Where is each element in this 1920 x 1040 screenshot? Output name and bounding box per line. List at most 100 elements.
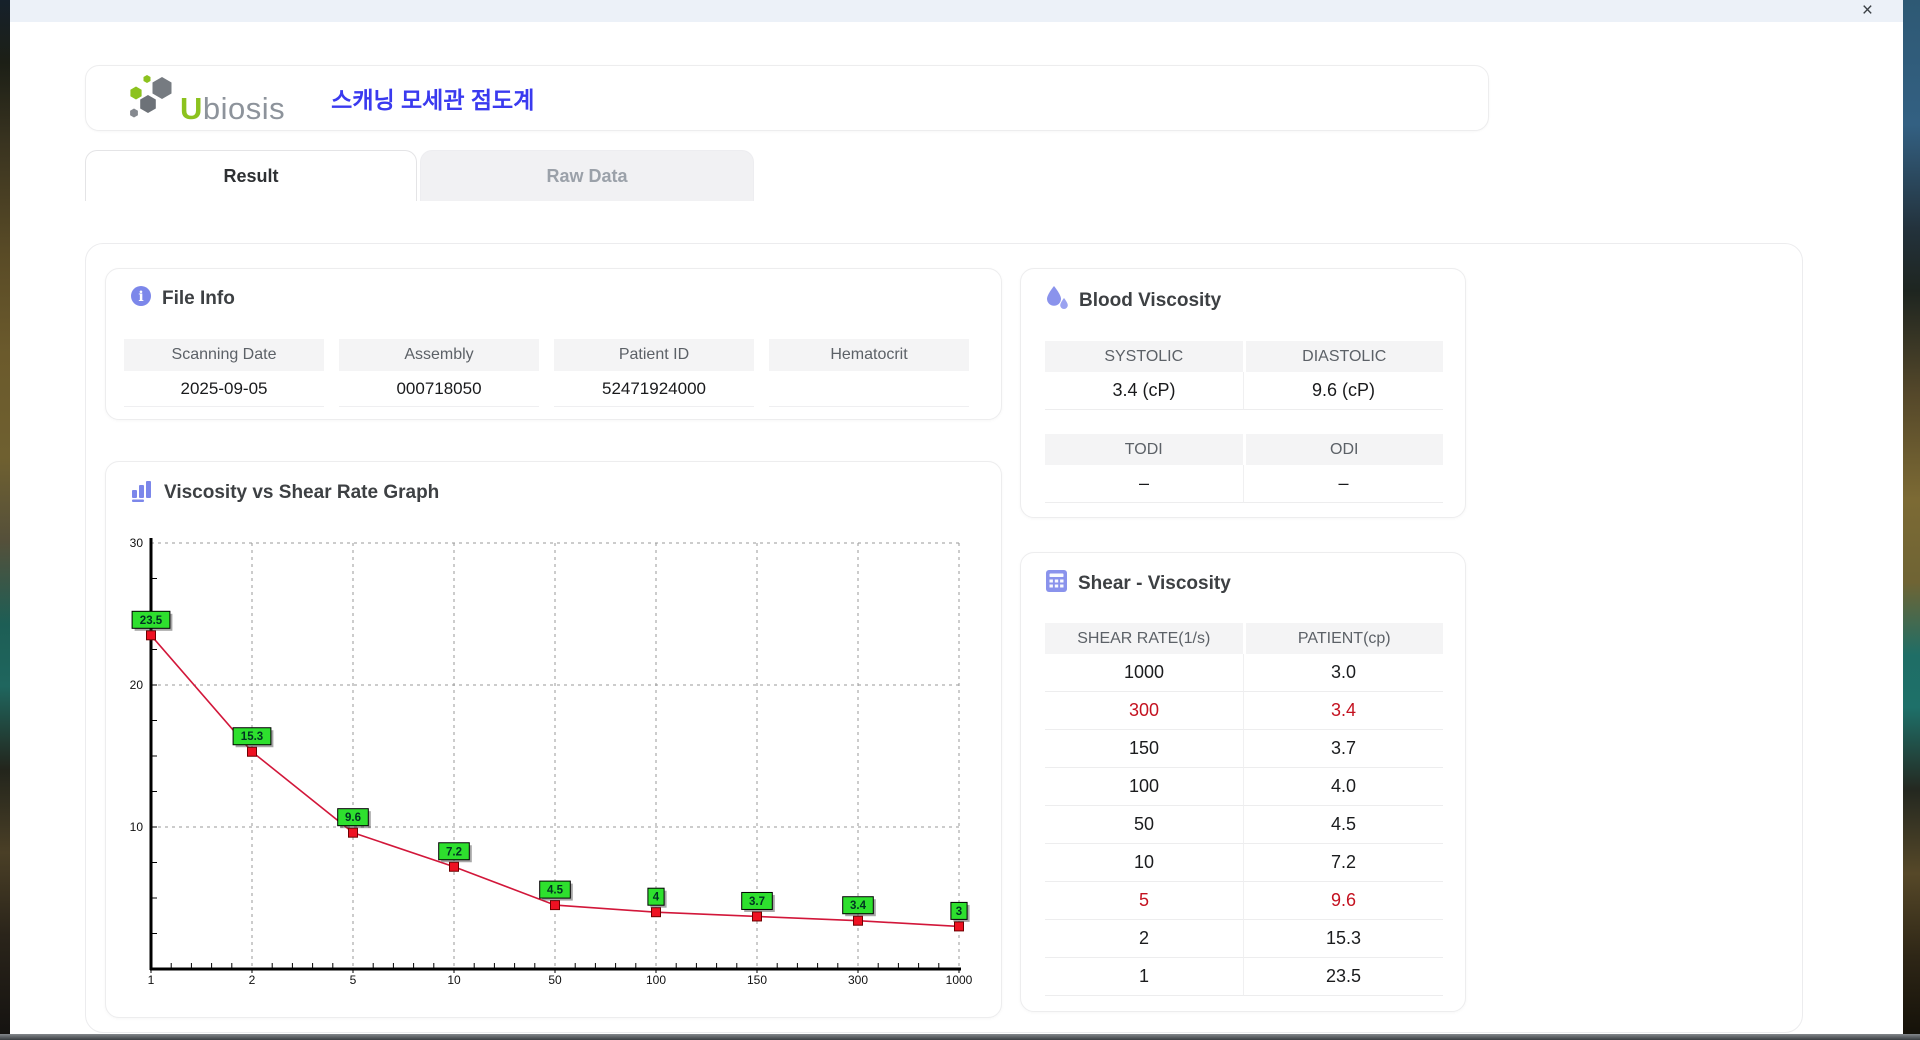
file-info-fields: Scanning Date 2025-09-05 Assembly 000718…	[124, 339, 969, 407]
svg-text:10: 10	[130, 820, 144, 834]
field-label: Assembly	[339, 339, 539, 371]
logo-text: Ubiosis	[180, 93, 285, 124]
file-info-title: File Info	[162, 288, 235, 310]
svg-text:3.4: 3.4	[850, 900, 867, 912]
blood-viscosity-card: Blood Viscosity SYSTOLIC DIASTOLIC 3.4 (…	[1020, 268, 1466, 518]
patient-viscosity-value: 15.3	[1244, 920, 1443, 958]
svg-text:5: 5	[350, 973, 357, 987]
window-titlebar: ×	[10, 0, 1903, 22]
todi-label: TODI	[1045, 434, 1243, 465]
shear-rate-column-header: SHEAR RATE(1/s)	[1045, 623, 1243, 654]
field-value: 000718050	[339, 371, 539, 407]
svg-text:i: i	[138, 289, 143, 305]
file-info-card: i File Info Scanning Date 2025-09-05 Ass…	[105, 268, 1002, 420]
desktop: × Ubiosis 스캐닝 모세관 점도계 Result Raw Data	[0, 0, 1920, 1040]
blood-viscosity-title: Blood Viscosity	[1079, 290, 1221, 312]
tab-raw-data[interactable]: Raw Data	[420, 150, 754, 201]
chart-area: 1020301251050100150300100023.515.39.67.2…	[126, 531, 986, 1001]
patient-viscosity-value: 4.5	[1244, 806, 1443, 844]
svg-text:10: 10	[447, 973, 461, 987]
shear-rate-value: 50	[1045, 806, 1244, 844]
close-icon[interactable]: ×	[1862, 0, 1873, 22]
wallpaper-strip-left	[0, 0, 10, 1040]
svg-text:15.3: 15.3	[241, 731, 263, 743]
patient-viscosity-value: 4.0	[1244, 768, 1443, 806]
patient-viscosity-value: 7.2	[1244, 844, 1443, 882]
field-label: Scanning Date	[124, 339, 324, 371]
svg-text:1: 1	[148, 973, 155, 987]
field-value	[769, 371, 969, 407]
patient-viscosity-value: 3.0	[1244, 654, 1443, 692]
field-hematocrit: Hematocrit	[769, 339, 969, 407]
svg-text:20: 20	[130, 678, 144, 692]
patient-column-header: PATIENT(cp)	[1246, 623, 1444, 654]
svg-text:3.7: 3.7	[749, 896, 765, 908]
shear-viscosity-table: SHEAR RATE(1/s) PATIENT(cp) 1000 3.0 300…	[1045, 623, 1443, 996]
shear-rate-value: 300	[1045, 692, 1244, 730]
shear-rate-value: 150	[1045, 730, 1244, 768]
diastolic-label: DIASTOLIC	[1246, 341, 1444, 372]
shear-table-row: 150 3.7	[1045, 730, 1443, 768]
hexagon-cluster-icon	[126, 73, 176, 124]
field-scanning-date: Scanning Date 2025-09-05	[124, 339, 324, 407]
field-value: 2025-09-05	[124, 371, 324, 407]
shear-table-row: 2 15.3	[1045, 920, 1443, 958]
shear-table-row: 100 4.0	[1045, 768, 1443, 806]
patient-viscosity-value: 23.5	[1244, 958, 1443, 996]
svg-text:4.5: 4.5	[547, 885, 564, 897]
systolic-label: SYSTOLIC	[1045, 341, 1243, 372]
shear-rate-value: 10	[1045, 844, 1244, 882]
svg-text:100: 100	[646, 973, 666, 987]
odi-label: ODI	[1246, 434, 1444, 465]
field-label: Patient ID	[554, 339, 754, 371]
svg-text:3: 3	[956, 906, 962, 918]
shear-rate-value: 2	[1045, 920, 1244, 958]
svg-text:9.6: 9.6	[345, 812, 361, 824]
shear-rate-value: 1	[1045, 958, 1244, 996]
svg-text:4: 4	[653, 892, 660, 904]
shear-table-row: 1000 3.0	[1045, 654, 1443, 692]
shear-rate-value: 100	[1045, 768, 1244, 806]
wallpaper-strip-right	[1903, 0, 1920, 1040]
svg-text:1000: 1000	[946, 973, 973, 987]
shear-table-body: 1000 3.0 300 3.4 150 3.7 100 4.0 50 4.5 …	[1045, 654, 1443, 996]
svg-text:150: 150	[747, 973, 767, 987]
header-card: Ubiosis 스캐닝 모세관 점도계	[85, 65, 1489, 131]
shear-table-row: 5 9.6	[1045, 882, 1443, 920]
systolic-value: 3.4 (cP)	[1045, 372, 1244, 410]
tab-result[interactable]: Result	[85, 150, 417, 201]
field-assembly: Assembly 000718050	[339, 339, 539, 407]
window-bottom-edge	[0, 1034, 1920, 1040]
patient-viscosity-value: 3.7	[1244, 730, 1443, 768]
info-icon: i	[130, 285, 152, 312]
svg-text:50: 50	[548, 973, 562, 987]
svg-text:30: 30	[130, 536, 144, 550]
shear-table-row: 300 3.4	[1045, 692, 1443, 730]
graph-title: Viscosity vs Shear Rate Graph	[164, 482, 439, 504]
systolic-diastolic-block: SYSTOLIC DIASTOLIC 3.4 (cP) 9.6 (cP)	[1045, 341, 1443, 410]
shear-table-header: SHEAR RATE(1/s) PATIENT(cp)	[1045, 623, 1443, 654]
todi-odi-block: TODI ODI – –	[1045, 434, 1443, 503]
ubiosis-logo: Ubiosis	[126, 73, 285, 124]
svg-text:300: 300	[848, 973, 868, 987]
shear-rate-value: 5	[1045, 882, 1244, 920]
todi-value: –	[1045, 465, 1244, 503]
field-patient-id: Patient ID 52471924000	[554, 339, 754, 407]
viscosity-chart: 1020301251050100150300100023.515.39.67.2…	[126, 531, 986, 996]
shear-table-row: 10 7.2	[1045, 844, 1443, 882]
svg-text:23.5: 23.5	[140, 615, 163, 627]
field-label: Hematocrit	[769, 339, 969, 371]
bar-chart-icon	[130, 478, 154, 507]
shear-table-row: 1 23.5	[1045, 958, 1443, 996]
viscosity-graph-card: Viscosity vs Shear Rate Graph 1020301251…	[105, 461, 1002, 1018]
shear-table-row: 50 4.5	[1045, 806, 1443, 844]
odi-value: –	[1244, 465, 1443, 503]
patient-viscosity-value: 9.6	[1244, 882, 1443, 920]
diastolic-value: 9.6 (cP)	[1244, 372, 1443, 410]
svg-text:7.2: 7.2	[446, 846, 462, 858]
app-title: 스캐닝 모세관 점도계	[331, 81, 534, 115]
shear-rate-value: 1000	[1045, 654, 1244, 692]
patient-viscosity-value: 3.4	[1244, 692, 1443, 730]
shear-viscosity-title: Shear - Viscosity	[1078, 573, 1231, 595]
shear-viscosity-card: Shear - Viscosity SHEAR RATE(1/s) PATIEN…	[1020, 552, 1466, 1012]
